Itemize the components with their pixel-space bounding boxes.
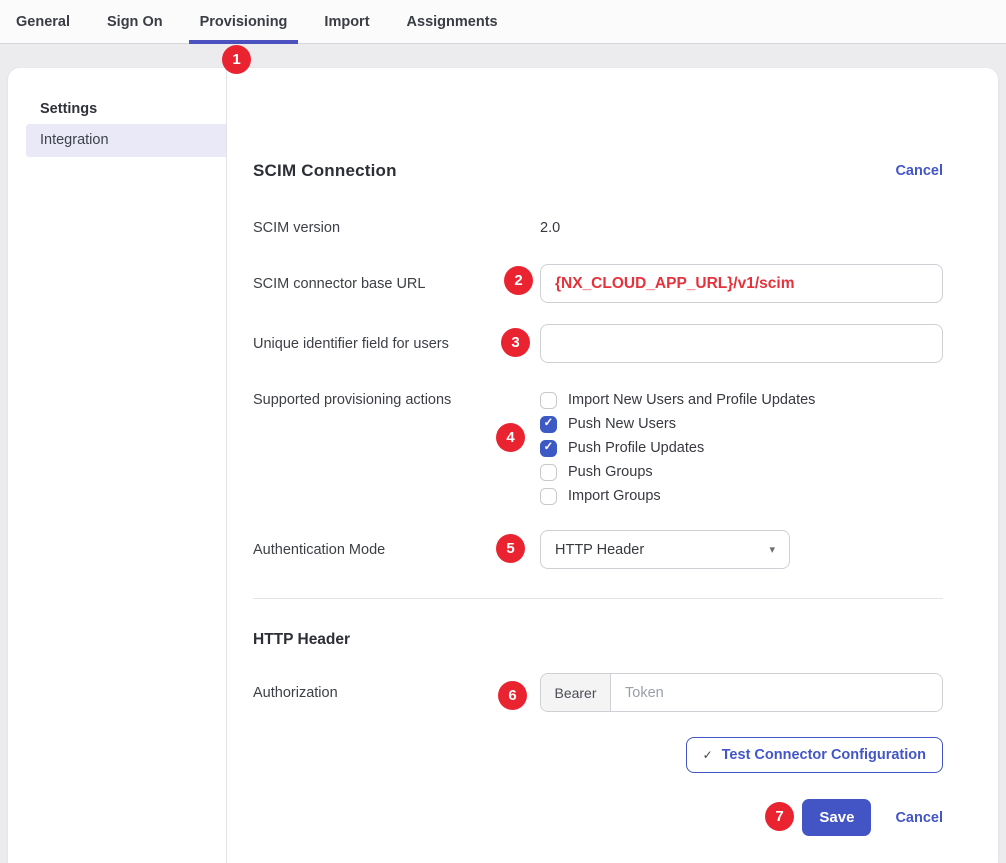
provisioning-action-option[interactable]: Import Groups xyxy=(540,484,943,508)
scim-version-label: SCIM version xyxy=(253,220,540,236)
checkbox-option-label: Push Groups xyxy=(568,464,653,480)
annotation-badge-1: 1 xyxy=(222,45,251,74)
scim-version-value: 2.0 xyxy=(540,220,943,236)
auth-mode-row: Authentication Mode HTTP Header ▾ xyxy=(253,530,943,569)
provisioning-action-option[interactable]: ✓ Push New Users xyxy=(540,412,943,436)
authorization-row: Authorization Bearer xyxy=(253,673,943,712)
unique-identifier-label: Unique identifier field for users xyxy=(253,336,540,352)
annotation-badge-4: 4 xyxy=(496,423,525,452)
test-connector-configuration-button[interactable]: ✓ Test Connector Configuration xyxy=(686,737,943,773)
checkbox-option-label: Import Groups xyxy=(568,488,661,504)
provisioning-card: Settings Integration SCIM Connection Can… xyxy=(8,68,998,863)
scim-version-row: SCIM version 2.0 xyxy=(253,218,943,238)
scim-connection-form: SCIM Connection Cancel SCIM version 2.0 … xyxy=(227,68,998,863)
check-icon: ✓ xyxy=(703,748,713,762)
base-url-label: SCIM connector base URL xyxy=(253,276,540,292)
page-title: SCIM Connection xyxy=(253,161,397,181)
checkbox-unchecked-icon[interactable] xyxy=(540,392,557,409)
checkbox-option-label: Push New Users xyxy=(568,416,676,432)
form-header: SCIM Connection Cancel xyxy=(253,160,943,182)
token-input[interactable] xyxy=(611,674,942,711)
unique-identifier-input[interactable] xyxy=(540,324,943,363)
base-url-row: SCIM connector base URL xyxy=(253,264,943,303)
checkbox-checked-icon[interactable]: ✓ xyxy=(540,416,557,433)
annotation-badge-6: 6 xyxy=(498,681,527,710)
provisioning-actions-group: Import New Users and Profile Updates ✓ Pus… xyxy=(540,388,943,508)
sidebar-header-settings: Settings xyxy=(40,101,226,117)
tab-sign-on[interactable]: Sign On xyxy=(96,0,174,43)
provisioning-actions-row: Supported provisioning actions Import Ne… xyxy=(253,388,943,508)
provisioning-actions-label: Supported provisioning actions xyxy=(253,388,540,412)
save-button[interactable]: Save xyxy=(802,799,871,836)
annotation-badge-5: 5 xyxy=(496,534,525,563)
tab-provisioning[interactable]: Provisioning xyxy=(189,0,299,43)
checkbox-checked-icon[interactable]: ✓ xyxy=(540,440,557,457)
sidebar-item-label: Integration xyxy=(40,132,109,148)
checkbox-unchecked-icon[interactable] xyxy=(540,488,557,505)
cancel-link-top[interactable]: Cancel xyxy=(895,163,943,179)
tab-assignments[interactable]: Assignments xyxy=(396,0,509,43)
annotation-badge-2: 2 xyxy=(504,266,533,295)
annotation-badge-3: 3 xyxy=(501,328,530,357)
bearer-prefix: Bearer xyxy=(541,674,611,711)
checkbox-option-label: Import New Users and Profile Updates xyxy=(568,392,815,408)
sidebar-item-integration[interactable]: Integration xyxy=(26,124,226,157)
chevron-down-icon: ▾ xyxy=(769,543,775,556)
section-divider xyxy=(253,598,943,599)
authentication-mode-select[interactable]: HTTP Header ▾ xyxy=(540,530,790,569)
auth-mode-selected-value: HTTP Header xyxy=(555,542,644,558)
test-connector-row: ✓ Test Connector Configuration xyxy=(253,737,943,773)
cancel-link-bottom[interactable]: Cancel xyxy=(895,810,943,826)
form-footer: Save Cancel xyxy=(253,799,943,836)
authorization-input-group: Bearer xyxy=(540,673,943,712)
tab-bar: General Sign On Provisioning Import Assignme… xyxy=(0,0,1006,44)
authorization-label: Authorization xyxy=(253,685,540,701)
tab-general[interactable]: General xyxy=(5,0,81,43)
http-header-section-heading: HTTP Header xyxy=(253,631,943,649)
settings-sidebar: Settings Integration xyxy=(8,68,227,863)
annotation-badge-7: 7 xyxy=(765,802,794,831)
provisioning-action-option[interactable]: ✓ Push Profile Updates xyxy=(540,436,943,460)
checkbox-unchecked-icon[interactable] xyxy=(540,464,557,481)
checkbox-option-label: Push Profile Updates xyxy=(568,440,704,456)
provisioning-action-option[interactable]: Import New Users and Profile Updates xyxy=(540,388,943,412)
test-connector-label: Test Connector Configuration xyxy=(722,747,926,763)
tab-import[interactable]: Import xyxy=(313,0,380,43)
unique-identifier-row: Unique identifier field for users xyxy=(253,324,943,363)
base-url-input[interactable] xyxy=(540,264,943,303)
provisioning-action-option[interactable]: Push Groups xyxy=(540,460,943,484)
